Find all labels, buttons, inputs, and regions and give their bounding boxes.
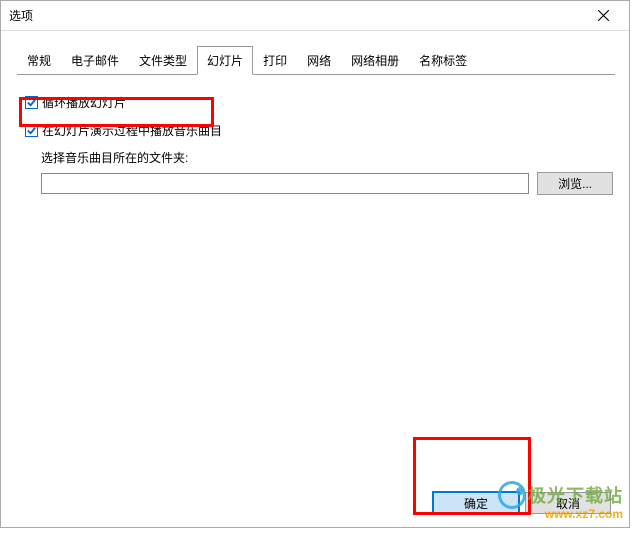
- cancel-button[interactable]: 取消: [525, 492, 611, 514]
- loop-checkbox[interactable]: [25, 96, 38, 109]
- tab-nametag[interactable]: 名称标签: [409, 46, 477, 75]
- folder-input-row: 浏览...: [41, 172, 613, 195]
- dialog-title: 选项: [9, 7, 33, 24]
- tab-content-slideshow: 循环播放幻灯片 在幻灯片演示过程中播放音乐曲目 选择音乐曲目所在的文件夹: 浏览…: [1, 75, 629, 195]
- titlebar: 选项: [1, 1, 629, 31]
- music-checkbox-row[interactable]: 在幻灯片演示过程中播放音乐曲目: [25, 121, 613, 139]
- loop-checkbox-row[interactable]: 循环播放幻灯片: [25, 93, 613, 111]
- tab-webalbum[interactable]: 网络相册: [341, 46, 409, 75]
- music-checkbox-label: 在幻灯片演示过程中播放音乐曲目: [42, 122, 222, 139]
- music-checkbox[interactable]: [25, 124, 38, 137]
- tab-print[interactable]: 打印: [253, 46, 297, 75]
- options-dialog: 选项 常规 电子邮件 文件类型 幻灯片 打印 网络 网络相册 名称标签 循环播放…: [0, 0, 630, 528]
- tab-row: 常规 电子邮件 文件类型 幻灯片 打印 网络 网络相册 名称标签: [17, 45, 615, 75]
- tab-slideshow[interactable]: 幻灯片: [197, 46, 253, 75]
- ok-button[interactable]: 确定: [433, 492, 519, 514]
- check-icon: [26, 97, 37, 108]
- check-icon: [26, 125, 37, 136]
- folder-input[interactable]: [41, 173, 529, 194]
- tab-network[interactable]: 网络: [297, 46, 341, 75]
- tab-filetype[interactable]: 文件类型: [129, 46, 197, 75]
- close-icon: [598, 10, 609, 21]
- loop-checkbox-label: 循环播放幻灯片: [42, 94, 126, 111]
- folder-label: 选择音乐曲目所在的文件夹:: [41, 149, 613, 166]
- browse-button[interactable]: 浏览...: [537, 172, 613, 195]
- close-button[interactable]: [583, 2, 623, 30]
- dialog-button-bar: 确定 取消: [433, 492, 611, 514]
- tab-email[interactable]: 电子邮件: [61, 46, 129, 75]
- tab-general[interactable]: 常规: [17, 46, 61, 75]
